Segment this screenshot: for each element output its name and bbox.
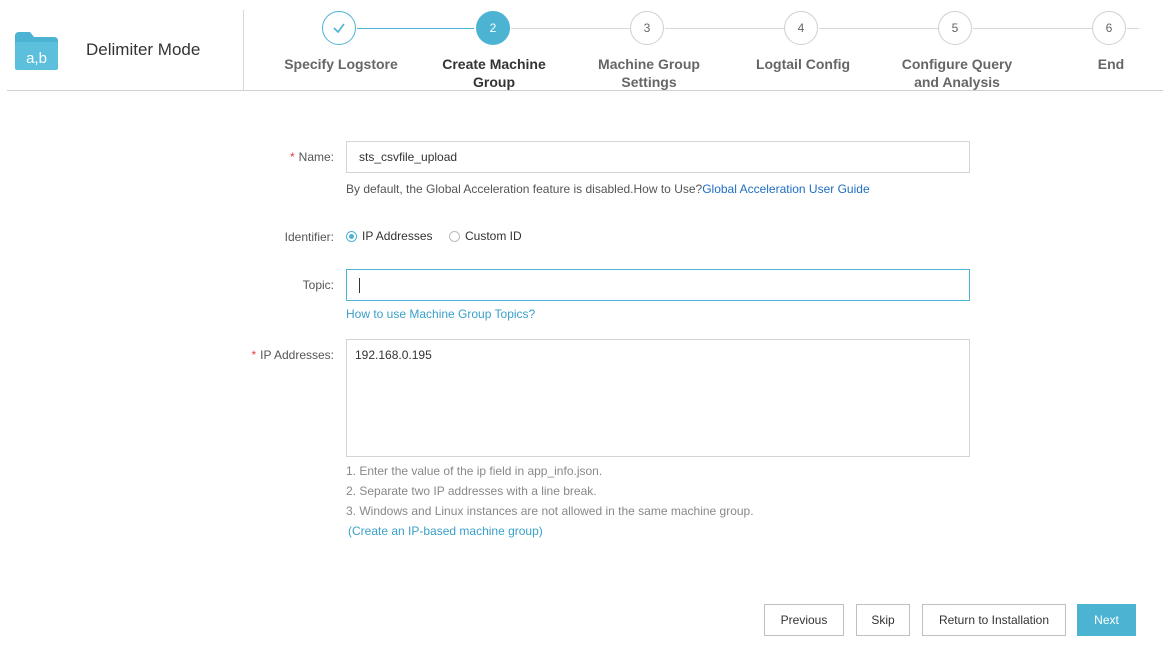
previous-button[interactable]: Previous	[764, 604, 844, 636]
step-6-circle: 6	[1092, 11, 1126, 45]
next-button[interactable]: Next	[1077, 604, 1136, 636]
header-bottom-divider	[7, 90, 1163, 91]
identifier-ip-radio[interactable]	[346, 231, 357, 242]
step-connector-1	[357, 28, 474, 29]
step-3-label-line2: Settings	[621, 74, 677, 90]
step-5-label-line1: Configure Query	[901, 56, 1013, 72]
name-label-text: Name:	[298, 150, 334, 164]
return-to-installation-button[interactable]: Return to Installation	[922, 604, 1066, 636]
header-divider	[243, 10, 244, 90]
step-connector-4	[819, 28, 938, 29]
ip-addresses-value: 192.168.0.195	[355, 348, 432, 362]
ip-note-1: 1. Enter the value of the ip field in ap…	[346, 464, 603, 478]
step-connector-5	[973, 28, 1092, 29]
name-label: * Name:	[134, 150, 334, 164]
step-3-label-line1: Machine Group	[598, 56, 700, 72]
topic-input[interactable]	[346, 269, 970, 301]
name-input[interactable]: sts_csvfile_upload	[346, 141, 970, 173]
step-connector-2	[511, 28, 630, 29]
step-3-label: Machine Group Settings	[579, 55, 719, 91]
step-1-label: Specify Logstore	[271, 55, 411, 73]
step-2-label-line1: Create Machine	[442, 56, 546, 72]
global-acceleration-guide-link[interactable]: Global Acceleration User Guide	[702, 182, 869, 196]
text-cursor	[359, 278, 360, 293]
step-6-label-line1: End	[1097, 56, 1125, 72]
identifier-custom-id-radio[interactable]	[449, 231, 460, 242]
step-5-label-line2: and Analysis	[914, 74, 1000, 90]
required-marker: *	[289, 150, 295, 164]
identifier-custom-id-label[interactable]: Custom ID	[465, 229, 522, 243]
step-connector-3	[665, 28, 784, 29]
step-5-label: Configure Query and Analysis	[887, 55, 1027, 91]
step-1-circle	[322, 11, 356, 45]
identifier-ip-label[interactable]: IP Addresses	[362, 229, 433, 243]
mode-header: a,b Delimiter Mode	[0, 0, 243, 90]
step-2-circle: 2	[476, 11, 510, 45]
ip-note-3: 3. Windows and Linux instances are not a…	[346, 504, 754, 518]
required-marker: *	[251, 348, 257, 362]
step-4-circle: 4	[784, 11, 818, 45]
step-5-circle: 5	[938, 11, 972, 45]
ip-addresses-textarea[interactable]: 192.168.0.195	[346, 339, 970, 457]
ip-note-2: 2. Separate two IP addresses with a line…	[346, 484, 597, 498]
name-input-value: sts_csvfile_upload	[359, 150, 458, 164]
step-3-circle: 3	[630, 11, 664, 45]
topic-label: Topic:	[302, 278, 334, 292]
delimiter-folder-icon: a,b	[15, 32, 58, 70]
skip-button[interactable]: Skip	[856, 604, 910, 636]
step-connector-6	[1127, 28, 1139, 29]
step-1-label-line1: Specify Logstore	[284, 56, 398, 72]
ip-addresses-label: * IP Addresses:	[134, 348, 335, 362]
create-ip-machine-group-link[interactable]: (Create an IP-based machine group)	[348, 524, 543, 538]
name-help-text: By default, the Global Acceleration feat…	[346, 182, 703, 196]
mode-title: Delimiter Mode	[86, 40, 201, 59]
step-4-label: Logtail Config	[733, 55, 873, 73]
ip-addresses-label-text: IP Addresses:	[260, 348, 334, 362]
step-4-label-line1: Logtail Config	[755, 56, 851, 72]
check-icon	[333, 23, 345, 34]
step-6-label: End	[1061, 55, 1161, 73]
step-2-label: Create Machine Group	[424, 55, 564, 91]
machine-group-topics-link[interactable]: How to use Machine Group Topics?	[346, 307, 535, 321]
name-help: By default, the Global Acceleration feat…	[346, 182, 870, 196]
folder-icon-text: a,b	[26, 50, 47, 67]
step-2-label-line2: Group	[473, 74, 515, 90]
identifier-label: Identifier:	[284, 230, 334, 244]
